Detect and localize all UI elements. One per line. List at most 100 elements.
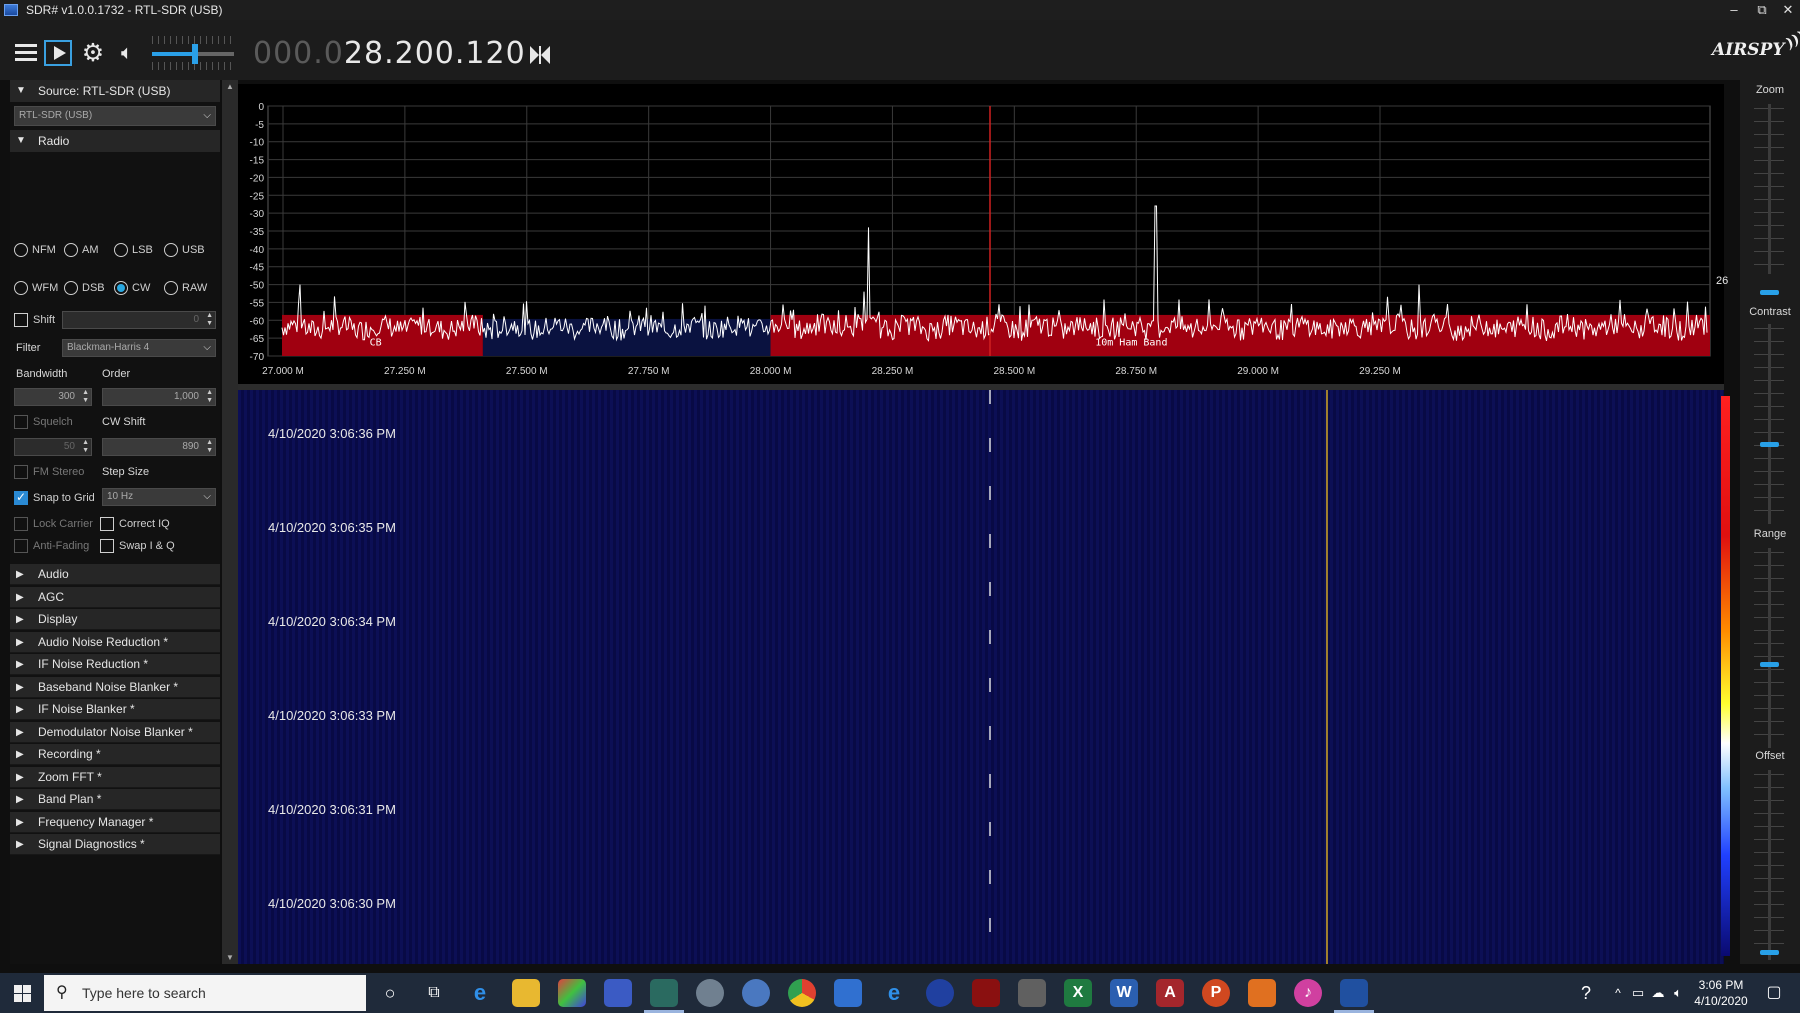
notifications-icon[interactable]: ▢ <box>1760 979 1788 1007</box>
title-bar: SDR# v1.0.0.1732 - RTL-SDR (USB) – ⧉ ✕ <box>0 0 1800 20</box>
squelch-checkbox[interactable]: Squelch <box>14 414 73 430</box>
section-recording[interactable]: ▶ Recording * <box>10 744 220 765</box>
monitor-app-icon[interactable] <box>644 979 684 1013</box>
mode-radio-am[interactable]: AM <box>64 242 99 258</box>
mode-radio-nfm[interactable]: NFM <box>14 242 56 258</box>
zoom-slider[interactable] <box>1768 104 1771 274</box>
store-icon[interactable] <box>834 979 862 1007</box>
section-signal-diagnostics[interactable]: ▶ Signal Diagnostics * <box>10 834 220 855</box>
shift-checkbox[interactable]: Shift <box>14 312 55 328</box>
contrast-slider[interactable] <box>1768 324 1771 524</box>
chrome-icon[interactable] <box>788 979 816 1007</box>
play-button[interactable] <box>44 40 72 66</box>
tune-lock-icon[interactable] <box>528 44 552 66</box>
taskbar-search-box[interactable]: ⚲ Type here to search <box>44 975 366 1011</box>
shift-input[interactable]: 0 ▲ ▼ <box>62 311 216 329</box>
scroll-down-icon: ▼ <box>226 953 234 962</box>
menu-icon[interactable] <box>12 40 40 66</box>
cw-shift-input[interactable]: 890 ▲ ▼ <box>102 438 216 456</box>
mode-radio-wfm[interactable]: WFM <box>14 280 58 296</box>
snap-to-grid-checkbox[interactable]: Snap to Grid <box>14 490 95 506</box>
word-icon[interactable]: W <box>1110 979 1138 1007</box>
cb-band-label: CB <box>370 338 382 349</box>
restore-button[interactable]: ⧉ <box>1750 0 1774 20</box>
fm-stereo-checkbox[interactable]: FM Stereo <box>14 464 84 480</box>
offset-slider[interactable] <box>1768 770 1771 960</box>
waterfall-display[interactable]: 4/10/2020 3:06:36 PM 4/10/2020 3:06:35 PM… <box>238 390 1724 964</box>
anti-fading-checkbox[interactable]: Anti-Fading <box>14 538 89 554</box>
mode-radio-dsb[interactable]: DSB <box>64 280 105 296</box>
cortana-icon[interactable]: ○ <box>376 979 404 1007</box>
section-frequency-manager[interactable]: ▶ Frequency Manager * <box>10 811 220 833</box>
internet-explorer-icon[interactable]: e <box>880 979 908 1007</box>
powerpoint-icon[interactable]: P <box>1202 979 1230 1007</box>
excel-icon[interactable]: X <box>1064 979 1092 1007</box>
gear-icon[interactable]: ⚙ <box>79 40 107 66</box>
lock-carrier-checkbox[interactable]: Lock Carrier <box>14 516 93 532</box>
order-label: Order <box>102 368 131 380</box>
swap-iq-checkbox[interactable]: Swap I & Q <box>100 538 175 554</box>
start-button[interactable] <box>0 973 44 1013</box>
section-if-noise-blanker[interactable]: ▶ IF Noise Blanker * <box>10 699 220 720</box>
app-icon-orange[interactable] <box>1248 979 1276 1007</box>
range-label: Range <box>1753 528 1787 540</box>
zoom-slider-thumb[interactable] <box>1760 290 1779 295</box>
section-if-noise-reduction[interactable]: ▶ IF Noise Reduction * <box>10 654 220 675</box>
file-explorer-icon[interactable] <box>512 979 540 1007</box>
edge-icon[interactable]: e <box>466 979 494 1007</box>
section-baseband-noise-blanker[interactable]: ▶ Baseband Noise Blanker * <box>10 676 220 698</box>
expand-arrow-icon: ▶ <box>16 569 24 580</box>
volume-slider-thumb[interactable] <box>191 44 198 64</box>
minimize-button[interactable]: – <box>1722 0 1746 20</box>
offset-slider-thumb[interactable] <box>1760 950 1779 955</box>
app-icon-dark[interactable] <box>1018 979 1046 1007</box>
photos-icon[interactable] <box>558 979 586 1007</box>
windows-taskbar: ⚲ Type here to search ○ ⧉ e e X W A P ♪ ?… <box>0 973 1800 1013</box>
app-icon-blue[interactable] <box>604 979 632 1007</box>
mode-radio-raw[interactable]: RAW <box>164 280 207 296</box>
expand-arrow-icon: ▶ <box>16 704 24 715</box>
expand-arrow-icon: ▶ <box>16 749 24 760</box>
mode-radio-lsb[interactable]: LSB <box>114 242 153 258</box>
section-display[interactable]: ▶ Display <box>10 609 220 630</box>
volume-slider[interactable] <box>152 36 234 70</box>
mode-radio-cw[interactable]: CW <box>114 280 150 296</box>
bandwidth-input[interactable]: 300 ▲ ▼ <box>14 388 92 406</box>
section-agc[interactable]: ▶ AGC <box>10 586 220 608</box>
range-slider-thumb[interactable] <box>1760 662 1779 667</box>
contrast-slider-thumb[interactable] <box>1760 442 1779 447</box>
filter-select[interactable]: Blackman-Harris 4 ⌵ <box>62 339 216 357</box>
app-icon-red[interactable] <box>972 979 1000 1007</box>
correct-iq-checkbox[interactable]: Correct IQ <box>100 516 170 532</box>
browser-icon[interactable] <box>742 979 770 1007</box>
close-button[interactable]: ✕ <box>1776 0 1800 20</box>
help-icon[interactable]: ? <box>1572 979 1600 1007</box>
section-demodulator-noise-blanker[interactable]: ▶ Demodulator Noise Blanker * <box>10 721 220 743</box>
section-audio-noise-reduction[interactable]: ▶ Audio Noise Reduction * <box>10 631 220 653</box>
task-view-icon[interactable]: ⧉ <box>420 979 448 1007</box>
access-icon[interactable]: A <box>1156 979 1184 1007</box>
speaker-icon[interactable]: 🔈︎ <box>113 40 141 66</box>
expand-arrow-icon: ▶ <box>16 681 24 693</box>
y-tick-label: -70 <box>250 352 265 363</box>
frequency-display[interactable]: 000.028.200.120 <box>253 36 526 71</box>
section-band-plan[interactable]: ▶ Band Plan * <box>10 789 220 810</box>
step-size-select[interactable]: 10 Hz ⌵ <box>102 488 216 506</box>
order-input[interactable]: 1,000 ▲ ▼ <box>102 388 216 406</box>
cw-shift-label: CW Shift <box>102 416 146 428</box>
app-icon-gray[interactable] <box>696 979 724 1007</box>
section-audio[interactable]: ▶ Audio <box>10 564 220 585</box>
squelch-input[interactable]: 50 ▲ ▼ <box>14 438 92 456</box>
system-clock[interactable]: 3:06 PM 4/10/2020 <box>1686 977 1756 1009</box>
panel-scrollbar[interactable]: ▲ ▼ <box>222 80 238 964</box>
source-device-select[interactable]: RTL-SDR (USB) ⌵ <box>14 106 216 126</box>
spectrum-analyzer[interactable]: 0 -5 -10 -15 -20 -25 -30 -35 -40 -45 -50 -55 -60 -65 -… <box>238 84 1724 384</box>
mode-radio-usb[interactable]: USB <box>164 242 205 258</box>
music-icon[interactable]: ♪ <box>1294 979 1322 1007</box>
section-zoom-fft[interactable]: ▶ Zoom FFT * <box>10 766 220 788</box>
source-section-header[interactable]: ▼ Source: RTL-SDR (USB) <box>10 80 220 102</box>
app-icon-navy[interactable] <box>926 979 954 1007</box>
range-slider[interactable] <box>1768 548 1771 748</box>
radio-section-header[interactable]: ▼ Radio <box>10 130 220 152</box>
sdrsharp-taskbar-icon[interactable] <box>1334 979 1374 1013</box>
